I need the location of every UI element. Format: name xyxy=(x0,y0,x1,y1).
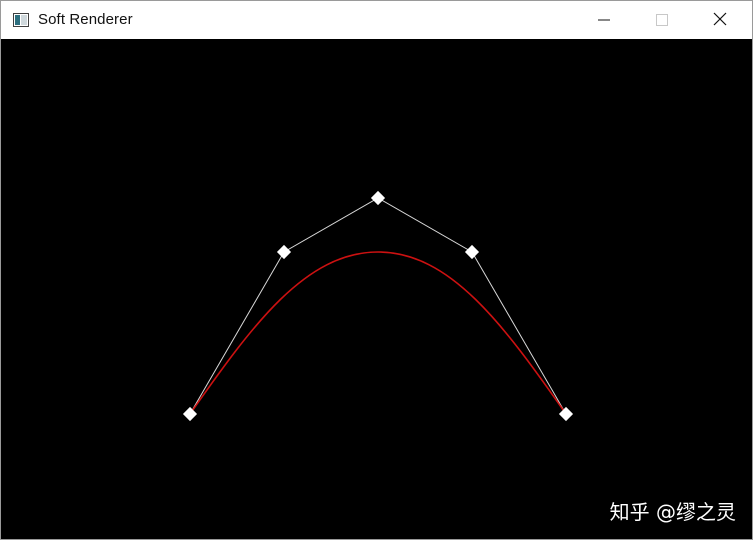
control-points xyxy=(182,190,574,422)
bezier-canvas xyxy=(182,190,574,422)
minimize-button[interactable] xyxy=(575,1,633,39)
window-app-icon xyxy=(13,12,29,27)
title-bar[interactable]: Soft Renderer xyxy=(1,1,752,39)
control-point-3[interactable] xyxy=(370,190,386,206)
control-point-4[interactable] xyxy=(464,244,480,260)
close-icon xyxy=(713,11,727,30)
close-button[interactable] xyxy=(691,1,749,39)
control-point-2[interactable] xyxy=(276,244,292,260)
window-title: Soft Renderer xyxy=(38,11,133,28)
control-point-1[interactable] xyxy=(182,406,198,422)
control-polygon xyxy=(189,197,567,415)
maximize-button[interactable] xyxy=(633,1,691,39)
watermark: 知乎 @缪之灵 xyxy=(609,500,736,524)
render-canvas[interactable]: 知乎 @缪之灵 xyxy=(1,39,752,539)
maximize-icon xyxy=(656,11,668,30)
application-window: Soft Renderer 知乎 @缪之灵 xyxy=(0,0,753,540)
bezier-curve xyxy=(189,251,567,415)
control-point-5[interactable] xyxy=(558,406,574,422)
minimize-icon xyxy=(598,11,610,30)
